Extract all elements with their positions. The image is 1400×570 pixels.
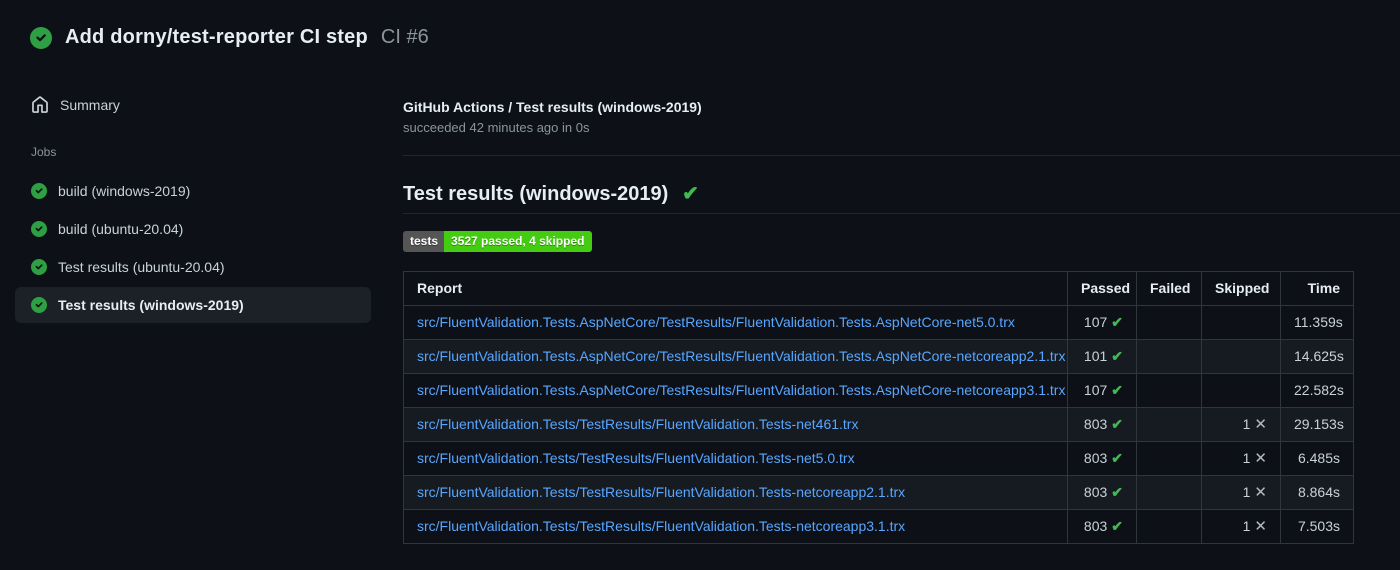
- check-icon: ✔: [1111, 450, 1123, 466]
- passed-cell: 107 ✔: [1067, 373, 1137, 408]
- table-row: src/FluentValidation.Tests/TestResults/F…: [403, 475, 1354, 510]
- success-check-circle-icon: [31, 221, 47, 237]
- home-icon: [32, 96, 48, 113]
- sidebar-item-test-results-windows[interactable]: Test results (windows-2019): [15, 287, 371, 323]
- sidebar-item-summary[interactable]: Summary: [15, 87, 371, 123]
- check-icon: ✔: [1111, 416, 1123, 432]
- time-cell: 6.485s: [1280, 441, 1354, 476]
- check-icon: ✔: [682, 183, 699, 205]
- passed-cell: 803 ✔: [1067, 407, 1137, 442]
- sidebar-item-build-windows[interactable]: build (windows-2019): [15, 173, 371, 209]
- skipped-cell: 1 ✕: [1201, 509, 1281, 544]
- run-title: Add dorny/test-reporter CI step: [65, 26, 368, 48]
- tests-badge: tests 3527 passed, 4 skipped: [403, 231, 593, 252]
- skipped-cell: [1201, 305, 1281, 340]
- time-cell: 11.359s: [1280, 305, 1354, 340]
- cross-icon: ✕: [1254, 484, 1267, 501]
- failed-cell: [1136, 339, 1202, 374]
- success-check-circle-icon: [31, 183, 47, 199]
- report-link[interactable]: src/FluentValidation.Tests/TestResults/F…: [417, 484, 905, 500]
- passed-cell: 107 ✔: [1067, 305, 1137, 340]
- table-row: src/FluentValidation.Tests/TestResults/F…: [403, 441, 1354, 476]
- column-header-report: Report: [403, 271, 1068, 306]
- success-check-circle-icon: [30, 26, 52, 49]
- report-link[interactable]: src/FluentValidation.Tests/TestResults/F…: [417, 518, 905, 534]
- failed-cell: [1136, 441, 1202, 476]
- table-header-row: Report Passed Failed Skipped Time: [403, 271, 1354, 306]
- check-icon: ✔: [1111, 314, 1123, 330]
- table-row: src/FluentValidation.Tests.AspNetCore/Te…: [403, 373, 1354, 408]
- sidebar-item-build-ubuntu[interactable]: build (ubuntu-20.04): [15, 211, 371, 247]
- table-row: src/FluentValidation.Tests.AspNetCore/Te…: [403, 339, 1354, 374]
- job-item-label: Test results (ubuntu-20.04): [58, 259, 225, 275]
- main-content: GitHub Actions / Test results (windows-2…: [403, 67, 1400, 544]
- time-cell: 7.503s: [1280, 509, 1354, 544]
- failed-cell: [1136, 509, 1202, 544]
- time-cell: 14.625s: [1280, 339, 1354, 374]
- failed-cell: [1136, 475, 1202, 510]
- failed-cell: [1136, 305, 1202, 340]
- job-status-text: succeeded 42 minutes ago in 0s: [403, 120, 590, 135]
- skipped-cell: [1201, 373, 1281, 408]
- skipped-cell: [1201, 339, 1281, 374]
- test-results-table: Report Passed Failed Skipped Time src/Fl…: [403, 271, 1354, 544]
- check-icon: ✔: [1111, 484, 1123, 500]
- time-cell: 22.582s: [1280, 373, 1354, 408]
- report-link[interactable]: src/FluentValidation.Tests/TestResults/F…: [417, 416, 858, 432]
- run-header: Add dorny/test-reporter CI step CI #6: [0, 0, 1400, 67]
- passed-cell: 803 ✔: [1067, 441, 1137, 476]
- column-header-failed: Failed: [1136, 271, 1202, 306]
- badge-value: 3527 passed, 4 skipped: [444, 231, 593, 252]
- run-number: CI #6: [380, 26, 429, 48]
- check-icon: ✔: [1111, 348, 1123, 364]
- summary-label: Summary: [60, 97, 120, 113]
- cross-icon: ✕: [1254, 518, 1267, 535]
- report-link[interactable]: src/FluentValidation.Tests/TestResults/F…: [417, 450, 855, 466]
- column-header-time: Time: [1280, 271, 1354, 306]
- jobs-section-label: Jobs: [31, 145, 57, 159]
- check-icon: ✔: [1111, 518, 1123, 534]
- job-header: GitHub Actions / Test results (windows-2…: [403, 67, 1400, 156]
- time-cell: 29.153s: [1280, 407, 1354, 442]
- job-item-label: build (ubuntu-20.04): [58, 221, 184, 237]
- skipped-cell: 1 ✕: [1201, 407, 1281, 442]
- passed-cell: 803 ✔: [1067, 509, 1137, 544]
- job-item-label: Test results (windows-2019): [58, 297, 244, 313]
- success-check-circle-icon: [31, 259, 47, 275]
- cross-icon: ✕: [1254, 450, 1267, 467]
- failed-cell: [1136, 407, 1202, 442]
- badge-label: tests: [403, 231, 445, 252]
- sidebar-item-test-results-ubuntu[interactable]: Test results (ubuntu-20.04): [15, 249, 371, 285]
- skipped-cell: 1 ✕: [1201, 475, 1281, 510]
- table-row: src/FluentValidation.Tests/TestResults/F…: [403, 407, 1354, 442]
- passed-cell: 101 ✔: [1067, 339, 1137, 374]
- section-heading: Test results (windows-2019): [403, 183, 669, 205]
- time-cell: 8.864s: [1280, 475, 1354, 510]
- jobs-sidebar: Summary Jobs build (windows-2019) build …: [15, 67, 371, 325]
- report-link[interactable]: src/FluentValidation.Tests.AspNetCore/Te…: [417, 314, 1015, 330]
- job-item-label: build (windows-2019): [58, 183, 191, 199]
- table-row: src/FluentValidation.Tests.AspNetCore/Te…: [403, 305, 1354, 340]
- cross-icon: ✕: [1254, 416, 1267, 433]
- column-header-skipped: Skipped: [1201, 271, 1281, 306]
- job-title: GitHub Actions / Test results (windows-2…: [403, 99, 702, 115]
- report-link[interactable]: src/FluentValidation.Tests.AspNetCore/Te…: [417, 348, 1065, 364]
- check-icon: ✔: [1111, 382, 1123, 398]
- column-header-passed: Passed: [1067, 271, 1137, 306]
- section-header: Test results (windows-2019) ✔: [403, 156, 1400, 214]
- failed-cell: [1136, 373, 1202, 408]
- success-check-circle-icon: [31, 297, 47, 313]
- passed-cell: 803 ✔: [1067, 475, 1137, 510]
- skipped-cell: 1 ✕: [1201, 441, 1281, 476]
- table-row: src/FluentValidation.Tests/TestResults/F…: [403, 509, 1354, 544]
- report-link[interactable]: src/FluentValidation.Tests.AspNetCore/Te…: [417, 382, 1065, 398]
